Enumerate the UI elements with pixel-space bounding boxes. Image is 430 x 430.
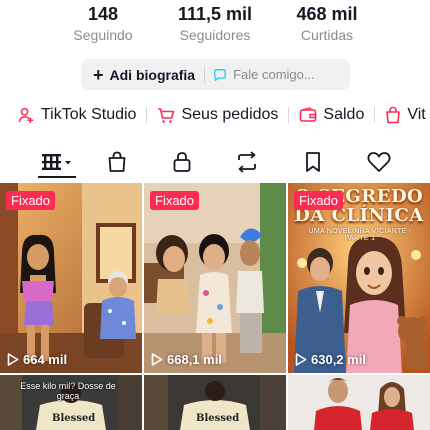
tab-videos[interactable]: [32, 146, 82, 178]
link-label: Seus pedidos: [181, 106, 279, 123]
contact-placeholder[interactable]: Fale comigo...: [233, 67, 315, 82]
pinned-badge: Fixado: [150, 191, 200, 210]
video-cover-image: [0, 183, 142, 373]
video-thumbnail[interactable]: Esse kilo mil? Dosse de graça Blessed: [0, 375, 142, 430]
following-count: 148: [87, 4, 119, 24]
tab-private[interactable]: [157, 146, 207, 178]
likes-count: 468 mil: [296, 4, 358, 24]
video-thumbnail[interactable]: Fixado 668,1 mil: [144, 183, 286, 373]
lock-icon: [173, 152, 191, 172]
link-divider: [288, 107, 290, 123]
pinned-badge: Fixado: [6, 191, 56, 210]
bookmark-icon: [306, 152, 320, 172]
tab-reposts[interactable]: [222, 146, 272, 178]
view-count-text: 630,2 mil: [311, 352, 366, 367]
view-count: 630,2 mil: [295, 352, 366, 367]
link-tiktok-studio[interactable]: TikTok Studio: [18, 106, 136, 124]
profile-links: TikTok Studio Seus pedidos Saldo Vit: [0, 101, 430, 129]
profile-tabs: [0, 146, 430, 180]
play-icon: [7, 353, 19, 366]
play-icon: [151, 353, 163, 366]
plus-icon[interactable]: +: [93, 66, 104, 84]
profile-stats: 148 Seguindo 111,5 mil Seguidores 468 mi…: [0, 2, 430, 46]
view-count: 664 mil: [7, 352, 67, 367]
link-label: Vit: [407, 106, 426, 123]
shirt-print: Blessed: [52, 413, 96, 424]
add-bio-button[interactable]: Adi biografia: [110, 67, 196, 83]
person-plus-icon: [18, 107, 34, 123]
link-divider: [374, 107, 376, 123]
view-count: 668,1 mil: [151, 352, 222, 367]
link-orders[interactable]: Seus pedidos: [157, 106, 278, 124]
following-label: Seguindo: [73, 27, 133, 43]
followers-label: Seguidores: [179, 27, 251, 43]
active-tab-indicator: [38, 176, 76, 178]
stat-likes[interactable]: 468 mil Curtidas: [272, 2, 382, 44]
link-label: Saldo: [323, 106, 365, 123]
tab-liked[interactable]: [354, 146, 404, 178]
heart-icon: [367, 152, 391, 172]
likes-label: Curtidas: [300, 27, 354, 43]
bio-pill: + Adi biografia Fale comigo...: [81, 59, 350, 90]
view-count-text: 664 mil: [23, 352, 68, 367]
cart-icon: [158, 107, 175, 123]
bag-icon: [386, 106, 401, 124]
tab-shop[interactable]: [92, 146, 142, 178]
grid-icon: [42, 154, 71, 170]
pinned-badge: Fixado: [294, 191, 344, 210]
video-cover-image: [288, 375, 430, 430]
chat-icon[interactable]: [213, 68, 227, 82]
wallet-icon: [300, 107, 317, 122]
video-cover-image: [144, 183, 286, 373]
shirt-print: Blessed: [196, 413, 240, 424]
video-thumbnail[interactable]: Fixado 664 mil: [0, 183, 142, 373]
link-label: TikTok Studio: [41, 106, 137, 123]
video-thumbnail[interactable]: O SEGREDO DA CLÍNICA UMA NOVELINHA VICIA…: [288, 183, 430, 373]
shopping-bag-icon: [108, 151, 126, 172]
followers-count: 111,5 mil: [177, 4, 253, 24]
link-balance[interactable]: Saldo: [299, 106, 364, 124]
link-vitrine[interactable]: Vit: [385, 106, 426, 124]
tab-saved[interactable]: [288, 146, 338, 178]
stat-following[interactable]: 148 Seguindo: [48, 2, 158, 44]
bio-divider: [204, 66, 206, 83]
video-caption: Esse kilo mil? Dosse de graça: [20, 381, 116, 401]
video-overlay-subtitle: UMA NOVELINHA VICIANTE - PARTE 1: [308, 228, 412, 242]
video-thumbnail[interactable]: [288, 375, 430, 430]
link-divider: [146, 107, 148, 123]
view-count-text: 668,1 mil: [167, 352, 222, 367]
repost-icon: [238, 151, 256, 173]
stat-followers[interactable]: 111,5 mil Seguidores: [160, 2, 270, 44]
video-thumbnail[interactable]: Blessed: [144, 375, 286, 430]
play-icon: [295, 353, 307, 366]
video-grid: Fixado 664 mil Fixado 668,1 mil O SEGRED…: [0, 183, 430, 430]
